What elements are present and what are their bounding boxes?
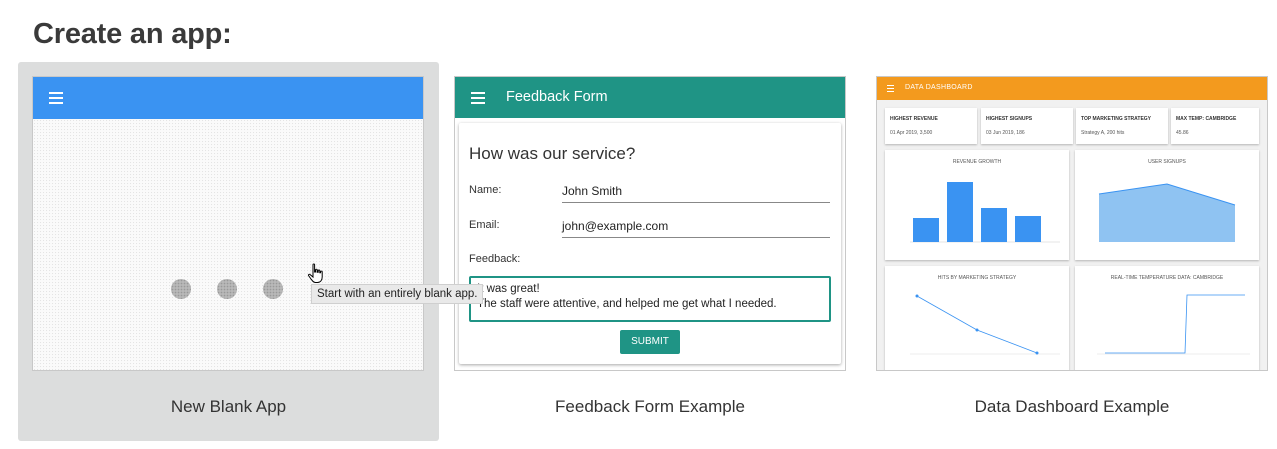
hits-point: [1035, 351, 1039, 355]
loading-dot-icon: [217, 279, 237, 299]
data-dashboard-thumbnail[interactable]: DATA DASHBOARD HIGHEST REVENUE 01 Apr 20…: [876, 76, 1268, 371]
submit-button: SUBMIT: [620, 330, 680, 354]
revenue-bar: [947, 182, 973, 242]
page-title: Create an app:: [33, 18, 232, 50]
feedback-form-example-card[interactable]: Feedback Form How was our service? Name:…: [440, 62, 860, 441]
kpi-title: TOP MARKETING STRATEGY: [1081, 116, 1152, 122]
kpi-title: HIGHEST SIGNUPS: [986, 116, 1033, 122]
feedback-app-header: Feedback Form: [455, 77, 845, 118]
hits-point: [915, 294, 919, 298]
dashboard-app-header: DATA DASHBOARD: [877, 77, 1267, 100]
menu-icon: [49, 92, 63, 104]
revenue-bar: [913, 218, 939, 242]
kpi-title: HIGHEST REVENUE: [890, 116, 938, 122]
feedback-textarea: It was great! The staff were attentive, …: [469, 276, 831, 322]
revenue-bar: [981, 208, 1007, 242]
feedback-line: The staff were attentive, and helped me …: [477, 298, 777, 310]
blank-app-header: [33, 77, 423, 119]
menu-icon: [887, 85, 894, 92]
kpi-card: MAX TEMP: CAMBRIDGE 45.86: [1171, 108, 1259, 144]
email-field: john@example.com: [562, 219, 830, 238]
temperature-line-chart: [1097, 294, 1250, 355]
dashboard-app-title: DATA DASHBOARD: [905, 84, 973, 91]
form-question: How was our service?: [469, 144, 636, 163]
loading-dot-icon: [171, 279, 191, 299]
hits-point: [975, 328, 979, 332]
kpi-value: 45.86: [1176, 130, 1189, 136]
blank-app-canvas: [33, 119, 423, 370]
kpi-value: Strategy A, 200 hits: [1081, 130, 1125, 136]
blank-app-thumbnail[interactable]: [32, 76, 424, 371]
feedback-line: It was great!: [477, 283, 540, 295]
kpi-value: 01 Apr 2019, 3,500: [890, 130, 933, 136]
kpi-card: HIGHEST REVENUE 01 Apr 2019, 3,500: [885, 108, 977, 144]
feedback-form-thumbnail[interactable]: Feedback Form How was our service? Name:…: [454, 76, 846, 371]
hits-by-strategy-panel: HITS BY MARKETING STRATEGY: [885, 266, 1069, 370]
temperature-line: [1105, 294, 1245, 354]
feedback-app-title: Feedback Form: [506, 89, 608, 105]
temperature-panel: REAL-TIME TEMPERATURE DATA: CAMBRIDGE: [1075, 266, 1259, 370]
menu-icon: [471, 92, 485, 104]
card-title: Feedback Form Example: [555, 397, 745, 416]
pointer-hand-icon: [307, 263, 323, 283]
data-dashboard-example-card[interactable]: DATA DASHBOARD HIGHEST REVENUE 01 Apr 20…: [862, 62, 1277, 441]
revenue-growth-panel: REVENUE GROWTH: [885, 150, 1069, 260]
kpi-title: MAX TEMP: CAMBRIDGE: [1176, 116, 1237, 122]
revenue-bar: [1015, 216, 1041, 242]
signups-area-chart: [1098, 183, 1236, 242]
new-blank-app-card[interactable]: New Blank App: [18, 62, 439, 441]
user-signups-panel: USER SIGNUPS: [1075, 150, 1259, 260]
feedback-form: How was our service? Name: John Smith Em…: [459, 123, 841, 364]
feedback-label: Feedback:: [469, 253, 521, 265]
loading-dot-icon: [263, 279, 283, 299]
kpi-card: TOP MARKETING STRATEGY Strategy A, 200 h…: [1076, 108, 1168, 144]
kpi-card: HIGHEST SIGNUPS 03 Jun 2019, 186: [981, 108, 1073, 144]
card-title: Data Dashboard Example: [974, 397, 1170, 416]
revenue-bar-chart: [910, 182, 1060, 243]
signups-area: [1099, 184, 1235, 242]
hits-line: [916, 295, 1038, 354]
name-label: Name:: [469, 184, 502, 196]
blank-app-tooltip: Start with an entirely blank app.: [311, 284, 484, 304]
card-title: New Blank App: [170, 397, 287, 416]
name-field: John Smith: [562, 184, 830, 203]
email-label: Email:: [469, 219, 500, 231]
kpi-value: 03 Jun 2019, 186: [986, 130, 1025, 136]
hits-line-chart: [910, 294, 1060, 355]
dashboard-body: HIGHEST REVENUE 01 Apr 2019, 3,500 HIGHE…: [877, 100, 1267, 370]
